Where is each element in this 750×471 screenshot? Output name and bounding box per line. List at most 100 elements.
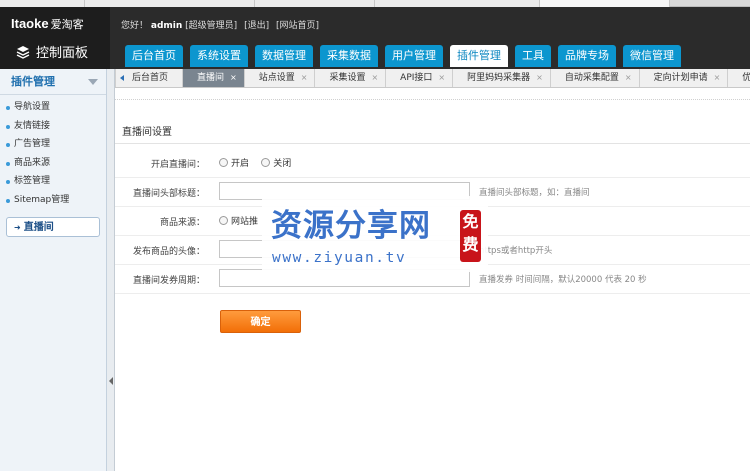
tab-live-room[interactable]: 直播间 × (183, 69, 245, 87)
sidebar: 插件管理 导航设置 友情链接 广告管理 商品来源 标签管理 Sitemap管理 … (0, 69, 107, 471)
section-title: 直播间设置 (122, 127, 172, 138)
browser-tab[interactable] (540, 0, 670, 7)
source-site-radio[interactable]: 网站推 (219, 214, 258, 227)
sidebar-item-live-room-label: 直播间 (23, 222, 54, 233)
tab-auto-collect[interactable]: 自动采集配置 × (551, 69, 640, 87)
close-icon[interactable]: × (714, 69, 721, 87)
enable-radio-group: 开启 关闭 (219, 153, 300, 170)
brand-panel: Itaoke 爱淘客 控制面板 (0, 7, 110, 69)
tab-label: 阿里妈妈采集器 (467, 73, 531, 83)
close-icon[interactable]: × (301, 69, 308, 87)
close-icon[interactable]: × (438, 69, 445, 87)
tab-site-settings[interactable]: 站点设置 × (245, 69, 316, 87)
tab-label: 自动采集配置 (564, 73, 619, 83)
watermark-text: 资源分享网 (271, 208, 431, 244)
user-role: [超级管理员] (185, 21, 238, 31)
tab-label: 站点设置 (258, 73, 295, 83)
layers-icon (16, 45, 30, 59)
radio-label: 开启 (231, 159, 250, 169)
nav-tab-wechat-management[interactable]: 微信管理 (623, 45, 681, 67)
nav-tab-tools[interactable]: 工具 (515, 45, 551, 67)
title-hint: 直播间头部标题，如：直播间 (479, 188, 590, 198)
control-panel-label: 控制面板 (36, 46, 89, 61)
control-panel-title[interactable]: 控制面板 (16, 42, 88, 61)
sidebar-item-nav-settings[interactable]: 导航设置 (0, 98, 106, 117)
period-hint: 直播发券 时间间隔，默认20000 代表 20 秒 (479, 275, 647, 285)
submit-button[interactable]: 确定 (220, 310, 301, 333)
enable-label: 开启直播间： (150, 160, 205, 170)
username: admin (150, 21, 183, 31)
logout-link[interactable]: [退出] (244, 21, 269, 31)
tab-more[interactable]: 优 (728, 69, 750, 87)
tab-label: 定向计划申请 (653, 73, 708, 83)
browser-tab[interactable] (85, 0, 255, 7)
nav-tab-data-management[interactable]: 数据管理 (255, 45, 313, 67)
radio-label: 关闭 (273, 159, 292, 169)
radio-circle[interactable] (219, 216, 228, 225)
sidebar-item-live-room[interactable]: ➜ 直播间 (6, 217, 100, 237)
avatar-hint: https或者http开头 (479, 246, 553, 256)
page-tab-bar: 后台首页 直播间 × 站点设置 × 采集设置 × API接口 × 阿里妈妈采集器 × 自动… (115, 69, 750, 88)
sidebar-item-sitemap[interactable]: Sitemap管理 (0, 191, 106, 210)
avatar-label: 发布商品的头像： (132, 247, 205, 257)
tab-home[interactable]: 后台首页 (116, 69, 184, 87)
top-header: 您好！ admin [超级管理员] [退出] [网站首页] 后台首页 系统设置 … (110, 7, 750, 69)
tab-label: 采集设置 (329, 73, 366, 83)
sidebar-list: 导航设置 友情链接 广告管理 商品来源 标签管理 Sitemap管理 (0, 95, 106, 209)
enable-off-radio[interactable]: 关闭 (261, 156, 291, 169)
close-icon[interactable]: × (230, 69, 237, 87)
radio-circle[interactable] (261, 158, 271, 167)
arrow-right-icon: ➜ (14, 223, 21, 232)
collapse-arrow-icon[interactable] (109, 377, 113, 385)
radio-label: 网站推 (231, 217, 259, 227)
tab-label: API接口 (400, 73, 433, 83)
source-label: 商品来源： (159, 218, 205, 228)
tab-collect-settings[interactable]: 采集设置 × (315, 69, 387, 87)
divider (115, 143, 750, 144)
sidebar-splitter[interactable] (107, 69, 115, 471)
watermark: 资源分享网 免费 www.ziyuan.tv (262, 196, 488, 272)
greeting-text: 您好！ (121, 21, 149, 31)
tab-label: 优 (742, 73, 750, 83)
browser-tab[interactable] (375, 0, 540, 7)
nav-tab-user-management[interactable]: 用户管理 (385, 45, 443, 67)
logo: Itaoke 爱淘客 (11, 16, 84, 32)
title-label: 直播间头部标题： (132, 189, 205, 199)
tab-alimama-collector[interactable]: 阿里妈妈采集器 × (453, 69, 551, 87)
form-row-enable: 开启直播间： 开启 关闭 (115, 149, 750, 178)
greeting-bar: 您好！ admin [超级管理员] [退出] [网站首页] (121, 18, 319, 31)
sidebar-title[interactable]: 插件管理 (0, 69, 106, 95)
sidebar-item-friend-links[interactable]: 友情链接 (0, 117, 106, 136)
nav-tab-system-settings[interactable]: 系统设置 (190, 45, 248, 67)
sidebar-title-text: 插件管理 (11, 75, 55, 88)
sidebar-item-ad-management[interactable]: 广告管理 (0, 135, 106, 154)
nav-tab-collect-data[interactable]: 采集数据 (320, 45, 378, 67)
main-content: 直播间设置 开启直播间： 开启 关闭 直播间头部标题： 直播间头部标题，如：直播… (115, 89, 750, 471)
watermark-stamp: 免费 (460, 210, 481, 262)
enable-on-radio[interactable]: 开启 (219, 156, 249, 169)
nav-tab-home[interactable]: 后台首页 (125, 45, 183, 67)
browser-tab-strip (0, 0, 750, 7)
tab-label: 直播间 (197, 73, 225, 83)
close-icon[interactable]: × (536, 69, 543, 87)
browser-tab[interactable] (255, 0, 375, 7)
close-icon[interactable]: × (625, 69, 632, 87)
main-nav: 后台首页 系统设置 数据管理 采集数据 用户管理 插件管理 工具 品牌专场 微信… (125, 45, 688, 67)
site-home-link[interactable]: [网站首页] (276, 21, 319, 31)
radio-circle[interactable] (219, 158, 228, 167)
period-label: 直播间发券周期： (132, 276, 205, 286)
tab-directed-plan[interactable]: 定向计划申请 × (640, 69, 729, 87)
divider (115, 99, 750, 100)
tab-scroll-left-icon[interactable] (115, 69, 124, 87)
sidebar-item-product-source[interactable]: 商品来源 (0, 154, 106, 173)
tab-label: 后台首页 (132, 73, 169, 83)
browser-tab[interactable] (0, 0, 85, 7)
chevron-down-icon[interactable] (88, 79, 98, 85)
nav-tab-brand-special[interactable]: 品牌专场 (558, 45, 616, 67)
nav-tab-plugin-management[interactable]: 插件管理 (450, 45, 508, 67)
close-icon[interactable]: × (371, 69, 378, 87)
tab-api[interactable]: API接口 × (386, 69, 454, 87)
logo-cn-text: 爱淘客 (50, 19, 84, 31)
logo-text: Itaoke (11, 16, 49, 31)
sidebar-item-tag-management[interactable]: 标签管理 (0, 172, 106, 191)
